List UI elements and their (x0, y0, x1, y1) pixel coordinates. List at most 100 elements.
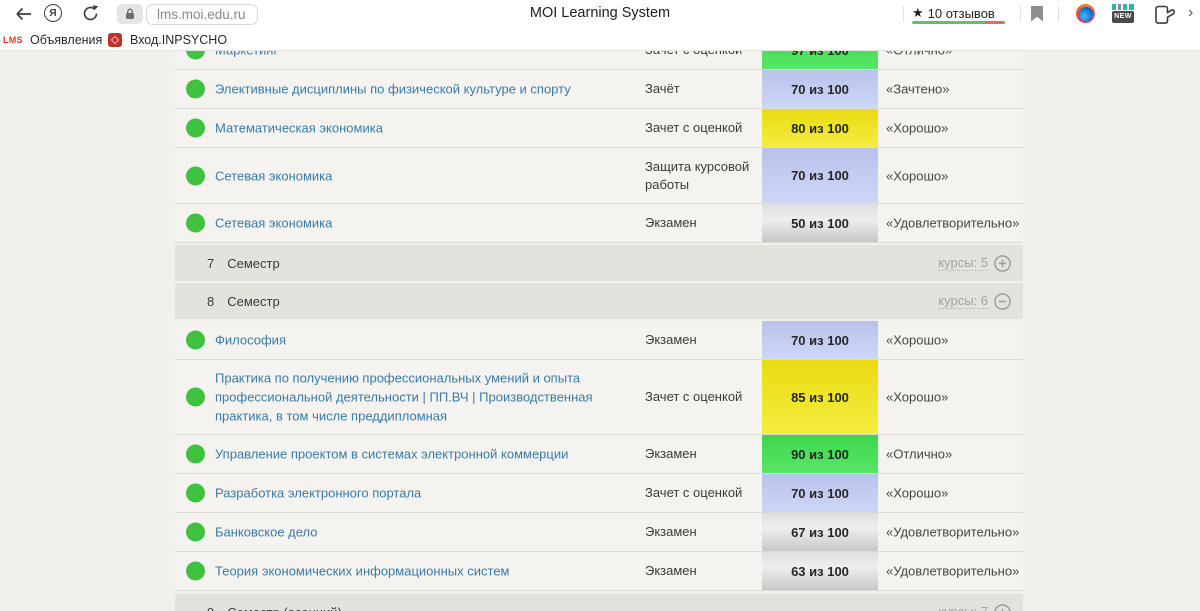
course-link[interactable]: Элективные дисциплины по физической куль… (215, 80, 640, 99)
exam-type: Экзамен (645, 445, 757, 463)
score-cell: 70 из 100 (762, 70, 878, 108)
yandex-letter: Я (49, 8, 56, 19)
semester-row-9[interactable]: 9 Семестр (осенний) курсы: 7 (175, 594, 1023, 611)
collections-icon[interactable] (1152, 5, 1176, 25)
toolbar-divider (1058, 6, 1059, 22)
semester-label: Семестр (227, 256, 279, 271)
grade-text: «Отлично» (886, 447, 952, 462)
courses-count-link[interactable]: курсы: 6 (938, 293, 988, 309)
status-dot-icon (186, 388, 205, 407)
toolbar-divider (903, 6, 904, 22)
reviews-rating[interactable]: ★ 10 отзывов (912, 5, 995, 21)
table-row: Практика по получению профессиональных у… (175, 360, 1023, 435)
table-row: Управление проектом в системах электронн… (175, 435, 1023, 474)
course-link[interactable]: Сетевая экономика (215, 166, 640, 185)
status-dot-icon (186, 445, 205, 464)
status-dot-icon (186, 166, 205, 185)
lock-icon (117, 4, 143, 24)
browser-sphere-icon[interactable] (1076, 4, 1095, 23)
grade-text: «Хорошо» (886, 333, 948, 348)
rating-bar-positive (912, 21, 985, 24)
refresh-icon[interactable] (82, 4, 100, 23)
collapse-minus-icon[interactable] (994, 293, 1011, 310)
browser-toolbar: Я lms.moi.edu.ru MOI Learning System ★ 1… (0, 0, 1200, 28)
semester-label: Семестр (осенний) (227, 605, 342, 611)
exam-type: Экзамен (645, 562, 757, 580)
exam-type: Зачет с оценкой (645, 484, 757, 502)
semester-row-8[interactable]: 8 Семестр курсы: 6 (175, 283, 1023, 319)
grade-text: «Хорошо» (886, 121, 948, 136)
back-icon[interactable] (14, 5, 33, 23)
bookmarks-bar: LMS Объявления Вход.INPSYCHO (0, 28, 1200, 51)
table-row: Математическая экономика Зачет с оценкой… (175, 109, 1023, 148)
status-dot-icon (186, 119, 205, 138)
exam-type: Экзамен (645, 331, 757, 349)
semester-number: 9 (207, 605, 214, 611)
table-row: Сетевая экономика Экзамен 50 из 100 «Удо… (175, 204, 1023, 243)
grade-text: «Хорошо» (886, 486, 948, 501)
status-dot-icon (186, 331, 205, 350)
star-icon: ★ (912, 5, 924, 21)
score-cell: 67 из 100 (762, 513, 878, 551)
rating-bar (912, 21, 1005, 24)
semester-row-7[interactable]: 7 Семестр курсы: 5 (175, 245, 1023, 281)
score-cell: 80 из 100 (762, 109, 878, 147)
status-dot-icon (186, 484, 205, 503)
score-cell: 90 из 100 (762, 435, 878, 473)
semester-label: Семестр (227, 294, 279, 309)
new-extension-icon[interactable]: NEW (1112, 4, 1134, 24)
yandex-icon[interactable]: Я (44, 4, 62, 22)
semester-number: 7 (207, 256, 214, 271)
course-link[interactable]: Практика по получению профессиональных у… (215, 369, 640, 426)
new-badge: NEW (1112, 11, 1134, 23)
table-row: Сетевая экономика Защита курсовой работы… (175, 148, 1023, 204)
status-dot-icon (186, 80, 205, 99)
score-cell: 70 из 100 (762, 474, 878, 512)
grade-text: «Удовлетворительно» (886, 525, 1019, 540)
url-text[interactable]: lms.moi.edu.ru (146, 4, 258, 25)
score-cell: 70 из 100 (762, 148, 878, 203)
grade-text: «Удовлетворительно» (886, 216, 1019, 231)
course-link[interactable]: Разработка электронного портала (215, 484, 640, 503)
score-cell: 85 из 100 (762, 360, 878, 434)
course-link[interactable]: Математическая экономика (215, 119, 640, 138)
address-bar[interactable]: lms.moi.edu.ru (117, 4, 258, 24)
status-dot-icon (186, 523, 205, 542)
score-cell: 70 из 100 (762, 321, 878, 359)
grade-text: «Хорошо» (886, 168, 948, 183)
score-cell: 63 из 100 (762, 552, 878, 590)
exam-type: Зачет с оценкой (645, 119, 757, 137)
lms-favicon: LMS (3, 35, 23, 45)
reviews-label: 10 отзывов (928, 6, 995, 21)
table-row: Элективные дисциплины по физической куль… (175, 70, 1023, 109)
course-link[interactable]: Философия (215, 331, 640, 350)
exam-type: Зачёт (645, 80, 757, 98)
table-row: Банковское дело Экзамен 67 из 100 «Удовл… (175, 513, 1023, 552)
exam-type: Экзамен (645, 523, 757, 541)
course-link[interactable]: Банковское дело (215, 523, 640, 542)
expand-plus-icon[interactable] (994, 604, 1011, 611)
courses-count-link[interactable]: курсы: 7 (938, 604, 988, 611)
inpsycho-favicon (108, 33, 122, 47)
course-link[interactable]: Сетевая экономика (215, 214, 640, 233)
bookmark-announcements-label[interactable]: Объявления (30, 28, 102, 51)
bookmark-announcements[interactable]: LMS (3, 28, 23, 51)
toolbar-divider (1020, 6, 1021, 22)
exam-type: Защита курсовой работы (645, 158, 757, 194)
course-link[interactable]: Теория экономических информационных сист… (215, 562, 640, 581)
new-icon-pixels (1112, 4, 1134, 10)
status-dot-icon (186, 562, 205, 581)
status-dot-icon (186, 214, 205, 233)
score-cell: 50 из 100 (762, 204, 878, 242)
table-row: Теория экономических информационных сист… (175, 552, 1023, 591)
expand-plus-icon[interactable] (994, 255, 1011, 272)
table-row: Разработка электронного портала Зачет с … (175, 474, 1023, 513)
bookmark-flag-icon[interactable] (1031, 6, 1043, 22)
grade-text: «Зачтено» (886, 82, 949, 97)
exam-type: Зачет с оценкой (645, 388, 757, 406)
toolbar-overflow-chevron[interactable]: › (1188, 4, 1193, 22)
bookmark-inpsycho[interactable] (108, 28, 122, 51)
bookmark-inpsycho-label[interactable]: Вход.INPSYCHO (130, 28, 227, 51)
courses-count-link[interactable]: курсы: 5 (938, 255, 988, 271)
course-link[interactable]: Управление проектом в системах электронн… (215, 445, 640, 464)
